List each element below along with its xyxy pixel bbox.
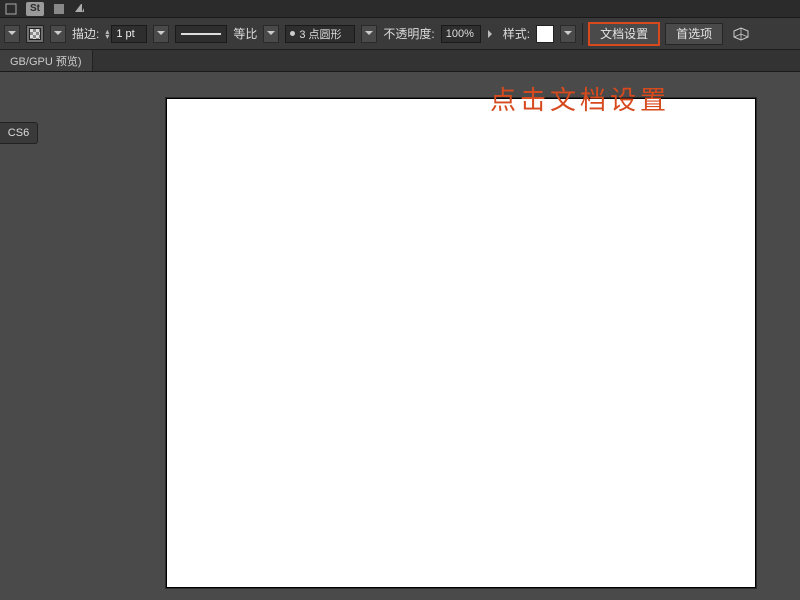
preferences-button[interactable]: 首选项 xyxy=(665,23,723,45)
document-setup-button[interactable]: 文档设置 xyxy=(589,23,659,45)
brush-profile-label: 3 点圆形 xyxy=(299,26,341,42)
artboard-canvas[interactable] xyxy=(166,98,756,588)
stroke-line-icon xyxy=(181,33,221,35)
separator xyxy=(582,23,583,45)
workspace-switcher-icon[interactable] xyxy=(74,2,94,16)
style-label: 样式: xyxy=(503,25,530,42)
fill-dropdown[interactable] xyxy=(50,25,66,43)
stepper-arrows-icon: ▴▾ xyxy=(105,29,109,39)
stroke-profile-dropdown[interactable] xyxy=(263,25,279,43)
control-bar: 描边: ▴▾ 1 pt 等比 3 点圆形 不透明度: 100% 样式: 文档设置… xyxy=(0,18,800,50)
stroke-label: 描边: xyxy=(72,25,99,42)
pattern-icon xyxy=(29,28,41,40)
stroke-weight-field[interactable]: 1 pt xyxy=(111,25,147,43)
document-tab[interactable]: GB/GPU 预览) xyxy=(0,50,93,71)
stroke-profile-sample[interactable] xyxy=(175,25,227,43)
uniform-label: 等比 xyxy=(233,25,257,42)
stock-icon[interactable]: St xyxy=(26,2,44,16)
opacity-label: 不透明度: xyxy=(383,25,434,42)
stroke-weight-dropdown[interactable] xyxy=(153,25,169,43)
arrange-documents-icon[interactable] xyxy=(729,24,753,44)
opacity-field[interactable]: 100% xyxy=(441,25,481,43)
document-tab-strip: GB/GPU 预览) xyxy=(0,50,800,72)
app-small-icon[interactable] xyxy=(52,2,66,16)
app-menubar: St xyxy=(0,0,800,18)
app-logo-icon[interactable] xyxy=(4,2,18,16)
brush-profile-select[interactable]: 3 点圆形 xyxy=(285,25,355,43)
collapsed-panel-tab[interactable]: CS6 xyxy=(0,122,38,144)
workspace-area: CS6 点击文档设置 xyxy=(0,72,800,600)
brush-profile-dropdown[interactable] xyxy=(361,25,377,43)
fill-swatch[interactable] xyxy=(26,25,44,43)
stroke-weight-stepper[interactable]: ▴▾ 1 pt xyxy=(105,25,147,43)
style-dropdown[interactable] xyxy=(560,25,576,43)
style-swatch[interactable] xyxy=(536,25,554,43)
opacity-popup-caret[interactable] xyxy=(487,30,497,38)
selection-mode-dropdown[interactable] xyxy=(4,25,20,43)
brush-dot-icon xyxy=(290,31,295,36)
